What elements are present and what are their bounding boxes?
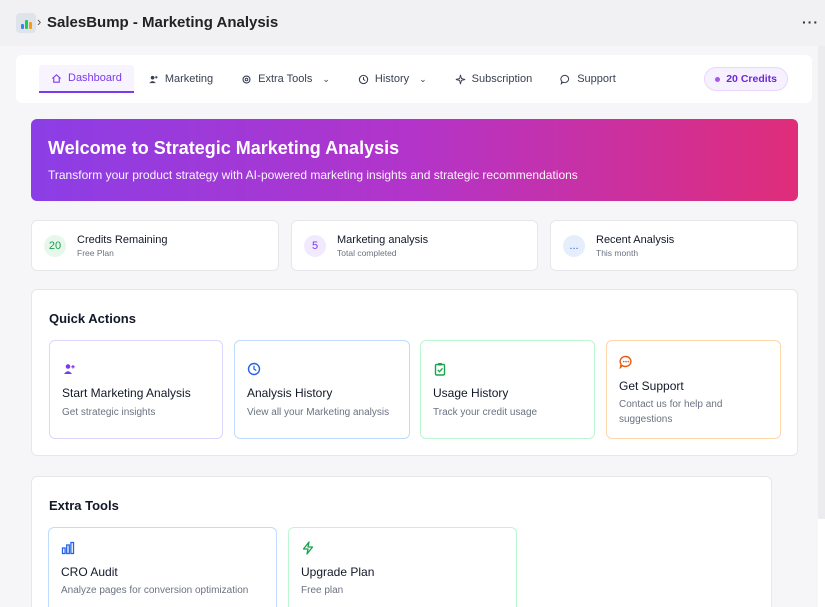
- quick-actions-section: Quick Actions Start Marketing Analysis G…: [31, 289, 798, 456]
- stat-recent-title: Recent Analysis: [596, 233, 675, 246]
- stat-credits-value: 20: [44, 234, 66, 257]
- extra-tools-section: Extra Tools CRO Audit Analyze pages for …: [31, 476, 772, 607]
- card-cro-audit[interactable]: CRO Audit Analyze pages for conversion o…: [48, 527, 277, 607]
- card-title: CRO Audit: [61, 565, 118, 579]
- stat-analysis-value: 5: [304, 234, 326, 257]
- nav-marketing[interactable]: Marketing: [136, 65, 227, 93]
- card-upgrade-plan[interactable]: Upgrade Plan Free plan: [288, 527, 517, 607]
- chat-icon: [619, 355, 632, 369]
- card-subtitle: Get strategic insights: [62, 407, 156, 418]
- clipboard-check-icon: [434, 363, 446, 376]
- chat-icon: [560, 74, 570, 85]
- top-navigation: Dashboard Marketing Extra Tools ⌄ Histor…: [16, 55, 812, 103]
- stat-card-recent: ... Recent Analysis This month: [550, 220, 798, 271]
- card-subtitle: Analyze pages for conversion optimizatio…: [61, 585, 249, 596]
- main-content: Dashboard Marketing Extra Tools ⌄ Histor…: [0, 46, 818, 607]
- stat-card-credits: 20 Credits Remaining Free Plan: [31, 220, 279, 271]
- bolt-icon: [302, 541, 314, 555]
- card-subtitle: Contact us for help and suggestions: [619, 399, 723, 425]
- nav-extra-tools-label: Extra Tools: [258, 73, 313, 85]
- gear-icon: [242, 74, 251, 84]
- card-usage-history[interactable]: Usage History Track your credit usage: [420, 340, 595, 439]
- quick-actions-heading: Quick Actions: [49, 311, 136, 326]
- sparkle-icon: [455, 74, 465, 84]
- hero-subtitle: Transform your product strategy with AI-…: [48, 168, 578, 182]
- card-title: Get Support: [619, 379, 684, 393]
- nav-support[interactable]: Support: [548, 65, 630, 93]
- stat-recent-sub: This month: [596, 247, 639, 258]
- user-plus-icon: [149, 75, 158, 83]
- card-title: Analysis History: [247, 386, 333, 400]
- card-analysis-history[interactable]: Analysis History View all your Marketing…: [234, 340, 410, 439]
- nav-dashboard-label: Dashboard: [68, 72, 122, 84]
- scrollbar[interactable]: [818, 46, 825, 520]
- clock-icon: [358, 74, 369, 84]
- window-title: SalesBump - Marketing Analysis: [47, 14, 279, 31]
- card-subtitle: Track your credit usage: [433, 407, 538, 418]
- clock-icon: [247, 362, 261, 376]
- app-logo-icon: [16, 13, 36, 33]
- card-subtitle: Free plan: [301, 585, 344, 596]
- nav-support-label: Support: [577, 73, 616, 85]
- credits-label: 20 Credits: [726, 73, 777, 85]
- card-title: Upgrade Plan: [301, 565, 375, 579]
- chevron-down-icon: ⌄: [419, 73, 427, 84]
- breadcrumb-separator: ›: [37, 14, 42, 29]
- stat-analysis-sub: Total completed: [337, 247, 397, 258]
- card-subtitle: View all your Marketing analysis: [247, 407, 390, 418]
- window-titlebar: › SalesBump - Marketing Analysis ···: [0, 0, 825, 46]
- card-start-marketing-analysis[interactable]: Start Marketing Analysis Get strategic i…: [49, 340, 223, 439]
- nav-dashboard[interactable]: Dashboard: [39, 65, 134, 93]
- card-get-support[interactable]: Get Support Contact us for help and sugg…: [606, 340, 781, 439]
- credits-dot-icon: [715, 76, 721, 82]
- home-icon: [52, 73, 61, 83]
- welcome-banner: Welcome to Strategic Marketing Analysis …: [31, 119, 798, 201]
- extra-tools-heading: Extra Tools: [49, 498, 119, 513]
- card-title: Usage History: [433, 386, 509, 400]
- nav-marketing-label: Marketing: [164, 73, 214, 85]
- chevron-down-icon: ⌄: [322, 73, 330, 84]
- user-plus-icon: [64, 364, 75, 374]
- stat-recent-value: ...: [563, 234, 585, 257]
- stat-credits-title: Credits Remaining: [77, 233, 168, 246]
- credits-badge[interactable]: 20 Credits: [704, 67, 788, 91]
- nav-subscription[interactable]: Subscription: [443, 65, 547, 93]
- card-title: Start Marketing Analysis: [62, 386, 191, 400]
- more-options-icon[interactable]: ···: [802, 14, 819, 30]
- stat-analysis-title: Marketing analysis: [337, 233, 429, 246]
- nav-history[interactable]: History ⌄: [346, 65, 441, 93]
- nav-history-label: History: [374, 73, 410, 85]
- hero-title: Welcome to Strategic Marketing Analysis: [48, 138, 400, 158]
- stat-card-analysis: 5 Marketing analysis Total completed: [291, 220, 538, 271]
- stat-credits-sub: Free Plan: [77, 247, 114, 258]
- nav-extra-tools[interactable]: Extra Tools ⌄: [229, 65, 344, 93]
- nav-subscription-label: Subscription: [471, 73, 533, 85]
- bar-chart-icon: [61, 541, 75, 555]
